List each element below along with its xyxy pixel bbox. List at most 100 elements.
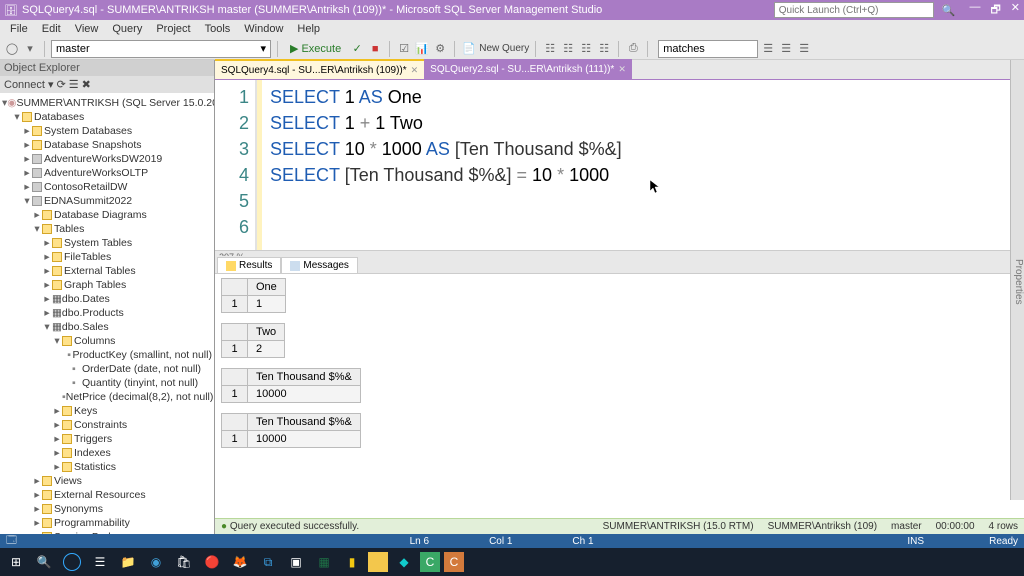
tree-node[interactable]: ▸▦ dbo.Products bbox=[2, 306, 212, 320]
menu-window[interactable]: Window bbox=[238, 23, 289, 35]
store-icon[interactable]: 🛍 bbox=[172, 550, 196, 574]
tab-active[interactable]: SQLQuery4.sql - SU...ER\Antriksh (109))*… bbox=[215, 59, 424, 79]
parse-icon[interactable]: ☑ bbox=[396, 41, 412, 57]
start-button[interactable]: ⊞ bbox=[4, 550, 28, 574]
plan-icon[interactable]: 📊 bbox=[414, 41, 430, 57]
tree-node[interactable]: ▸ContosoRetailDW bbox=[2, 180, 212, 194]
debug-icon[interactable]: ✓ bbox=[349, 41, 365, 57]
tree-node[interactable]: ▸Service Broker bbox=[2, 530, 212, 534]
vscode-icon[interactable]: ⧉ bbox=[256, 550, 280, 574]
edge-icon[interactable]: ◉ bbox=[144, 550, 168, 574]
app4-icon[interactable]: C bbox=[444, 552, 464, 572]
menu-project[interactable]: Project bbox=[150, 23, 196, 35]
menu-help[interactable]: Help bbox=[291, 23, 326, 35]
tool-e-icon[interactable]: ⎙ bbox=[625, 41, 641, 57]
tool-h-icon[interactable]: ☰ bbox=[796, 41, 812, 57]
tree-node[interactable]: ▸FileTables bbox=[2, 250, 212, 264]
tree-node[interactable]: ▸Synonyms bbox=[2, 502, 212, 516]
menu-file[interactable]: File bbox=[4, 23, 34, 35]
firefox-icon[interactable]: 🦊 bbox=[228, 550, 252, 574]
editor-tabs: SQLQuery4.sql - SU...ER\Antriksh (109))*… bbox=[215, 60, 1024, 80]
tree-node[interactable]: ▾Tables bbox=[2, 222, 212, 236]
tree-node[interactable]: ▸Constraints bbox=[2, 418, 212, 432]
menu-view[interactable]: View bbox=[69, 23, 105, 35]
tree-node[interactable]: ▪NetPrice (decimal(8,2), not null) bbox=[2, 390, 212, 404]
app2-icon[interactable]: ◆ bbox=[392, 550, 416, 574]
tree-node[interactable]: ▪OrderDate (date, not null) bbox=[2, 362, 212, 376]
tree-node[interactable]: ▸External Tables bbox=[2, 264, 212, 278]
results-pane[interactable]: One11Two12Ten Thousand $%&110000Ten Thou… bbox=[215, 274, 1024, 518]
tree-node[interactable]: ▪ProductKey (smallint, not null) bbox=[2, 348, 212, 362]
tree-node[interactable]: ▸Keys bbox=[2, 404, 212, 418]
tab-close-icon[interactable]: ✕ bbox=[618, 64, 626, 75]
powerbi-icon[interactable]: ▮ bbox=[340, 550, 364, 574]
tool-c-icon[interactable]: ☷ bbox=[578, 41, 594, 57]
tool-d-icon[interactable]: ☷ bbox=[596, 41, 612, 57]
tree-node[interactable]: ▾EDNASummit2022 bbox=[2, 194, 212, 208]
tool-a-icon[interactable]: ☷ bbox=[542, 41, 558, 57]
menu-tools[interactable]: Tools bbox=[199, 23, 237, 35]
tree-node[interactable]: ▸Triggers bbox=[2, 432, 212, 446]
minimize-button[interactable]: — bbox=[969, 1, 980, 20]
database-selector[interactable]: master ▾ bbox=[51, 40, 271, 58]
back-icon[interactable]: ◯ bbox=[4, 41, 20, 57]
tool-b-icon[interactable]: ☷ bbox=[560, 41, 576, 57]
tree-node[interactable]: ▾◉ SUMMER\ANTRIKSH (SQL Server 15.0.2095… bbox=[2, 96, 212, 110]
line-gutter: 123456 bbox=[215, 80, 257, 250]
oe-connect[interactable]: Connect ▾ bbox=[4, 78, 54, 91]
explorer-icon[interactable]: 📁 bbox=[116, 550, 140, 574]
tree-node[interactable]: ▸Indexes bbox=[2, 446, 212, 460]
tab-other[interactable]: SQLQuery2.sql - SU...ER\Antriksh (111))*… bbox=[424, 59, 632, 79]
taskview-icon[interactable]: ☰ bbox=[88, 550, 112, 574]
tree-node[interactable]: ▸Database Diagrams bbox=[2, 208, 212, 222]
tree-node[interactable]: ▸Programmability bbox=[2, 516, 212, 530]
app3-icon[interactable]: C bbox=[420, 552, 440, 572]
tree-node[interactable]: ▸Database Snapshots bbox=[2, 138, 212, 152]
ssms-icon[interactable] bbox=[368, 552, 388, 572]
close-button[interactable]: ✕ bbox=[1011, 1, 1020, 20]
newquery-icon[interactable]: 📄 bbox=[461, 41, 477, 57]
tree-node[interactable]: ▾Columns bbox=[2, 334, 212, 348]
oe-refresh-icon[interactable]: ⟳ bbox=[57, 78, 66, 91]
terminal-icon[interactable]: ▣ bbox=[284, 550, 308, 574]
quick-launch-input[interactable] bbox=[774, 2, 934, 18]
oe-stop-icon[interactable]: ✖ bbox=[82, 78, 91, 91]
menu-query[interactable]: Query bbox=[106, 23, 148, 35]
chrome-icon[interactable]: 🔴 bbox=[200, 550, 224, 574]
oe-tree[interactable]: ▾◉ SUMMER\ANTRIKSH (SQL Server 15.0.2095… bbox=[0, 93, 214, 534]
tree-node[interactable]: ▸▦ dbo.Dates bbox=[2, 292, 212, 306]
properties-side-tab[interactable]: Properties bbox=[1010, 60, 1024, 500]
opts-icon[interactable]: ⚙ bbox=[432, 41, 448, 57]
tree-node[interactable]: ▸Graph Tables bbox=[2, 278, 212, 292]
oe-filter-icon[interactable]: ☰ bbox=[69, 78, 79, 91]
tree-node[interactable]: ▾Databases bbox=[2, 110, 212, 124]
matches-input[interactable] bbox=[658, 40, 758, 58]
cortana-icon[interactable] bbox=[60, 550, 84, 574]
tool-f-icon[interactable]: ☰ bbox=[760, 41, 776, 57]
execute-button[interactable]: ▶ Execute bbox=[284, 42, 347, 55]
quick-launch-search-icon[interactable]: 🔍 bbox=[942, 4, 956, 17]
tree-node[interactable]: ▾▦ dbo.Sales bbox=[2, 320, 212, 334]
code-editor[interactable]: 123456 SELECT 1 AS OneSELECT 1 + 1 TwoSE… bbox=[215, 80, 1024, 250]
tree-node[interactable]: ▪Quantity (tinyint, not null) bbox=[2, 376, 212, 390]
tree-node[interactable]: ▸External Resources bbox=[2, 488, 212, 502]
tool-g-icon[interactable]: ☰ bbox=[778, 41, 794, 57]
code-lines[interactable]: SELECT 1 AS OneSELECT 1 + 1 TwoSELECT 10… bbox=[257, 80, 1024, 250]
nav-icon[interactable]: ▾ bbox=[22, 41, 38, 57]
restore-button[interactable]: 🗗 bbox=[990, 1, 1000, 20]
tree-node[interactable]: ▸Views bbox=[2, 474, 212, 488]
tree-node[interactable]: ▸System Tables bbox=[2, 236, 212, 250]
newquery-label[interactable]: New Query bbox=[479, 43, 529, 54]
tree-node[interactable]: ▸Statistics bbox=[2, 460, 212, 474]
tree-node[interactable]: ▸AdventureWorksOLTP bbox=[2, 166, 212, 180]
tree-node[interactable]: ▸System Databases bbox=[2, 124, 212, 138]
task-search-icon[interactable]: 🔍 bbox=[32, 550, 56, 574]
toolbar: ◯ ▾ master ▾ ▶ Execute ✓ ■ ☑ 📊 ⚙ 📄 New Q… bbox=[0, 38, 1024, 60]
tab-close-icon[interactable]: ✕ bbox=[411, 65, 419, 76]
tree-node[interactable]: ▸AdventureWorksDW2019 bbox=[2, 152, 212, 166]
messages-tab[interactable]: Messages bbox=[281, 257, 358, 273]
menu-edit[interactable]: Edit bbox=[36, 23, 67, 35]
results-tab[interactable]: Results bbox=[217, 257, 281, 273]
excel-icon[interactable]: ▦ bbox=[312, 550, 336, 574]
stop-icon[interactable]: ■ bbox=[367, 41, 383, 57]
